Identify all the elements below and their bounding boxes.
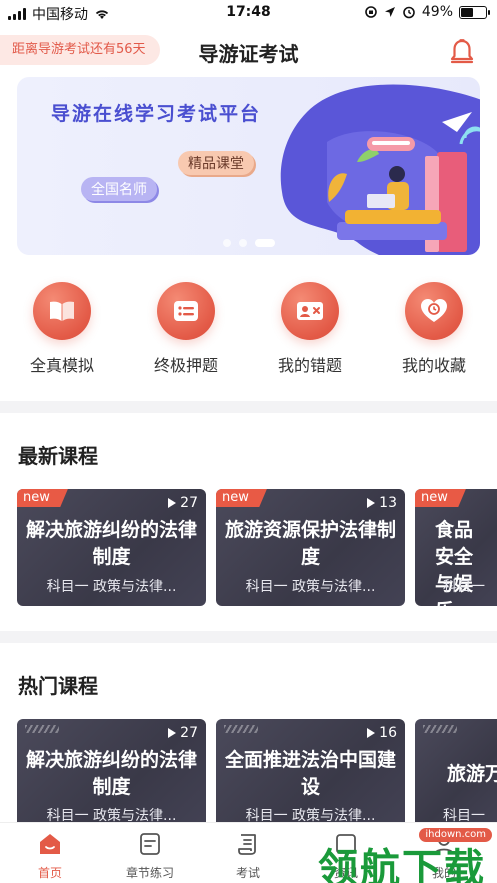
tab-chapter-practice[interactable]: 章节练习 bbox=[110, 831, 190, 881]
quick-nav-favorites[interactable]: 我的收藏 bbox=[384, 282, 484, 376]
lesson-count: 27 bbox=[168, 495, 198, 511]
quick-nav-final-predictions[interactable]: 终极押题 bbox=[136, 282, 236, 376]
course-card[interactable]: new 27 解决旅游纠纷的法律制度 科目一 政策与法律... bbox=[17, 489, 206, 606]
carousel-dot[interactable] bbox=[238, 239, 247, 247]
tab-home[interactable]: 首页 bbox=[10, 831, 90, 881]
section-divider bbox=[0, 631, 497, 643]
quick-nav-mock-exam[interactable]: 全真模拟 bbox=[12, 282, 112, 376]
course-subtitle: 科目一 政策与法律... bbox=[46, 579, 177, 595]
promo-banner[interactable]: 导游在线学习考试平台 精品课堂 全国名师 bbox=[17, 77, 480, 255]
tab-label: 章节练习 bbox=[125, 866, 174, 880]
quick-nav-label: 我的收藏 bbox=[401, 356, 466, 375]
course-title: 全面推进法治中国建设 bbox=[224, 749, 396, 798]
course-card[interactable]: 旅游万 科目一 bbox=[415, 719, 497, 829]
banner-title: 导游在线学习考试平台 bbox=[51, 103, 262, 125]
bell-icon[interactable] bbox=[449, 38, 475, 66]
banner-tag-teachers: 全国名师 bbox=[81, 177, 157, 201]
watermark-text: 领航下载 bbox=[318, 845, 486, 883]
carousel-dot[interactable] bbox=[222, 239, 231, 247]
lesson-count-value: 16 bbox=[379, 725, 397, 741]
error-card-icon bbox=[281, 282, 339, 340]
card-decoration bbox=[224, 725, 258, 733]
lesson-count-value: 27 bbox=[180, 495, 198, 511]
watermark: 领航下载 ihdown.com bbox=[318, 828, 496, 883]
card-decoration bbox=[25, 725, 59, 733]
quick-nav-label: 全真模拟 bbox=[29, 356, 94, 375]
page-title: 导游证考试 bbox=[198, 42, 299, 66]
new-badge: new bbox=[216, 489, 267, 507]
tab-label: 考试 bbox=[235, 866, 260, 880]
section-title-latest: 最新课程 bbox=[18, 444, 98, 468]
course-title: 旅游万 bbox=[447, 763, 497, 785]
watermark-badge: ihdown.com bbox=[419, 828, 492, 842]
course-title: 旅游资源保护法律制度 bbox=[224, 519, 396, 568]
section-title-hot: 热门课程 bbox=[18, 674, 98, 698]
course-card[interactable]: new 13 旅游资源保护法律制度 科目一 政策与法律... bbox=[216, 489, 405, 606]
carousel-dot-active[interactable] bbox=[254, 239, 275, 247]
course-subtitle: 科目一 bbox=[443, 579, 485, 595]
alarm-icon bbox=[403, 6, 415, 19]
quick-nav-label: 我的错题 bbox=[277, 356, 342, 375]
list-icon bbox=[157, 282, 215, 340]
tab-exam[interactable]: 考试 bbox=[208, 831, 288, 881]
course-title: 解决旅游纠纷的法律制度 bbox=[25, 519, 197, 568]
book-icon bbox=[33, 282, 91, 340]
course-card[interactable]: 16 全面推进法治中国建设 科目一 政策与法律... bbox=[216, 719, 405, 829]
home-icon bbox=[40, 834, 60, 854]
heart-clock-icon bbox=[405, 282, 463, 340]
battery-icon bbox=[459, 5, 490, 19]
banner-illustration bbox=[280, 84, 480, 255]
course-subtitle: 科目一 政策与法律... bbox=[245, 579, 376, 595]
lesson-count: 16 bbox=[367, 725, 397, 741]
play-icon bbox=[168, 728, 177, 738]
play-icon bbox=[367, 498, 376, 508]
header: 距离导游考试还有56天 导游证考试 bbox=[0, 26, 497, 76]
lesson-count-value: 27 bbox=[180, 725, 198, 741]
new-badge: new bbox=[415, 489, 466, 507]
battery-percent: 49% bbox=[421, 4, 453, 20]
play-icon bbox=[168, 498, 177, 508]
quick-nav: 全真模拟 终极押题 我的错题 我的收藏 bbox=[0, 282, 497, 382]
course-card[interactable]: 27 解决旅游纠纷的法律制度 科目一 政策与法律... bbox=[17, 719, 206, 829]
tab-label: 首页 bbox=[37, 866, 62, 880]
banner-tag-premium: 精品课堂 bbox=[178, 151, 254, 175]
section-divider bbox=[0, 401, 497, 413]
chapter-icon bbox=[140, 833, 160, 855]
course-title: 解决旅游纠纷的法律制度 bbox=[25, 749, 197, 798]
lesson-count-value: 13 bbox=[379, 495, 397, 511]
lesson-count: 13 bbox=[367, 495, 397, 511]
quick-nav-label: 终极押题 bbox=[153, 356, 218, 375]
exam-scroll-icon bbox=[238, 834, 256, 855]
quick-nav-my-mistakes[interactable]: 我的错题 bbox=[260, 282, 360, 376]
new-badge: new bbox=[17, 489, 68, 507]
orientation-lock-icon bbox=[365, 6, 377, 18]
status-bar: 中国移动 17:48 49% bbox=[0, 0, 497, 26]
card-decoration bbox=[423, 725, 457, 733]
course-card[interactable]: new 食品安全与娱乐 科目一 bbox=[415, 489, 497, 606]
play-icon bbox=[367, 728, 376, 738]
carousel-indicator[interactable] bbox=[17, 239, 480, 247]
battery-fill bbox=[461, 7, 473, 17]
location-icon bbox=[384, 7, 395, 17]
lesson-count: 27 bbox=[168, 725, 198, 741]
status-right: 49% bbox=[364, 4, 490, 20]
